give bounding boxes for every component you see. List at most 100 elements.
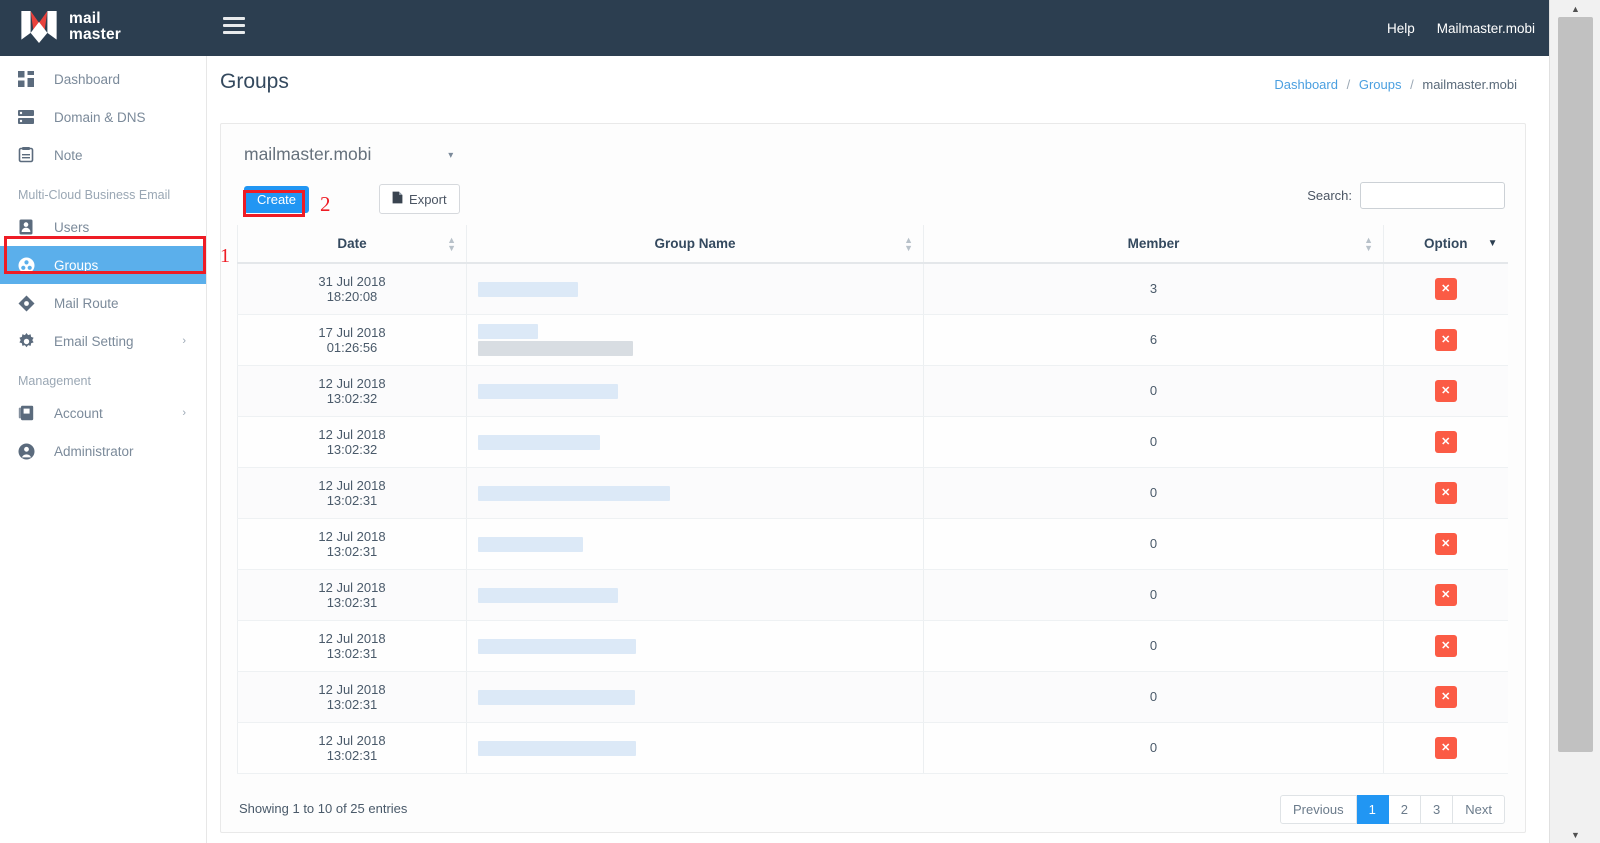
breadcrumb-separator: /	[1410, 77, 1414, 92]
sidebar-item-users[interactable]: Users	[0, 208, 206, 246]
delete-group-button[interactable]: ✕	[1434, 430, 1457, 453]
table-header-row: Date ▲ ▼ Group Name ▲ ▼ Member ▲ ▼ Option ▼	[237, 225, 1508, 264]
redacted-group-name	[478, 434, 600, 450]
table-toolbar: Create Export	[244, 184, 460, 214]
redacted-group-name	[478, 324, 538, 340]
scroll-up-arrow-icon[interactable]: ▲	[1550, 0, 1600, 17]
scrollbar-thumb[interactable]	[1558, 17, 1593, 752]
hamburger-bar	[223, 24, 245, 27]
cell-option: ✕	[1383, 620, 1508, 672]
hamburger-menu-icon[interactable]	[223, 17, 245, 37]
time-value: 13:02:31	[326, 747, 378, 763]
delete-group-button[interactable]: ✕	[1434, 685, 1457, 708]
hamburger-bar	[223, 31, 245, 34]
search-control: Search:	[1307, 182, 1505, 209]
pagination-button-previous[interactable]: Previous	[1279, 795, 1357, 824]
date-value: 12 Jul 2018	[318, 681, 386, 697]
route-diamond-icon	[18, 294, 40, 312]
cell-option: ✕	[1383, 416, 1508, 468]
cell-option: ✕	[1383, 569, 1508, 621]
column-header-date[interactable]: Date ▲ ▼	[237, 225, 467, 264]
brand-logo[interactable]: mail master	[18, 6, 121, 48]
domain-selector[interactable]: mailmaster.mobi ▾	[244, 144, 453, 165]
table-row: 12 Jul 2018 13:02:31 0 ✕	[237, 722, 1508, 774]
account-menu-link[interactable]: Mailmaster.mobi	[1437, 21, 1535, 36]
cell-option: ✕	[1383, 722, 1508, 774]
breadcrumb-current: mailmaster.mobi	[1422, 77, 1517, 92]
cell-group-name	[466, 467, 924, 519]
sort-desc-icon[interactable]: ▼	[1488, 238, 1498, 248]
sort-icon[interactable]: ▲ ▼	[1364, 235, 1373, 252]
annotation-number-2: 2	[320, 192, 331, 216]
cell-date: 12 Jul 2018 13:02:31	[237, 671, 467, 723]
pagination-button-2[interactable]: 2	[1388, 795, 1422, 824]
cell-group-name	[466, 314, 924, 366]
delete-group-button[interactable]: ✕	[1434, 634, 1457, 657]
delete-group-button[interactable]: ✕	[1434, 736, 1457, 759]
help-link[interactable]: Help	[1387, 21, 1415, 36]
sidebar-item-groups[interactable]: Groups	[0, 246, 206, 284]
pagination-button-next[interactable]: Next	[1453, 795, 1505, 824]
top-nav-links: Help Mailmaster.mobi	[1387, 0, 1535, 56]
brand-line-2: master	[69, 26, 122, 43]
time-value: 13:02:31	[326, 492, 378, 508]
pagination-button-3[interactable]: 3	[1421, 795, 1454, 824]
bottom-spacer	[0, 839, 1549, 843]
redacted-group-name-secondary	[478, 341, 633, 357]
sidebar-item-administrator[interactable]: Administrator	[0, 432, 206, 470]
column-header-member[interactable]: Member ▲ ▼	[923, 225, 1384, 264]
sidebar-item-email-setting[interactable]: Email Setting ›	[0, 322, 206, 360]
cell-member-count: 3	[923, 263, 1384, 315]
table-row: 17 Jul 2018 01:26:56 6 ✕	[237, 314, 1508, 366]
cell-group-name	[466, 671, 924, 723]
delete-group-button[interactable]: ✕	[1434, 583, 1457, 606]
grid-dashboard-icon	[18, 70, 40, 88]
main-content: Groups Dashboard / Groups / mailmaster.m…	[207, 56, 1549, 843]
cell-date: 12 Jul 2018 13:02:31	[237, 569, 467, 621]
search-input[interactable]	[1360, 182, 1505, 209]
table-row: 12 Jul 2018 13:02:31 0 ✕	[237, 671, 1508, 723]
sort-icon[interactable]: ▲ ▼	[447, 235, 456, 252]
delete-group-button[interactable]: ✕	[1434, 379, 1457, 402]
sidebar-item-mail-route[interactable]: Mail Route	[0, 284, 206, 322]
export-button[interactable]: Export	[379, 184, 460, 214]
delete-group-button[interactable]: ✕	[1434, 277, 1457, 300]
create-button[interactable]: Create	[244, 185, 310, 213]
book-icon	[18, 404, 40, 422]
redacted-group-name	[478, 536, 583, 552]
page-scrollbar[interactable]: ▲ ▼	[1549, 0, 1600, 843]
sidebar-item-account[interactable]: Account ›	[0, 394, 206, 432]
sidebar-item-label: Note	[54, 147, 83, 163]
sidebar-item-dashboard[interactable]: Dashboard	[0, 60, 206, 98]
scroll-down-arrow-icon[interactable]: ▼	[1550, 826, 1600, 843]
delete-group-button[interactable]: ✕	[1434, 481, 1457, 504]
chevron-down-icon: ▾	[448, 149, 454, 161]
delete-group-button[interactable]: ✕	[1434, 532, 1457, 555]
column-label: Date	[337, 236, 367, 251]
cell-group-name	[466, 569, 924, 621]
sidebar-item-note[interactable]: Note	[0, 136, 206, 174]
cell-group-name	[466, 518, 924, 570]
time-value: 18:20:08	[326, 288, 378, 304]
breadcrumb-groups[interactable]: Groups	[1359, 77, 1402, 92]
delete-group-button[interactable]: ✕	[1434, 328, 1457, 351]
sidebar-item-label: Domain & DNS	[54, 109, 146, 125]
column-header-option[interactable]: Option ▼	[1383, 225, 1508, 264]
date-value: 12 Jul 2018	[318, 732, 386, 748]
annotation-number-1: 1	[220, 245, 230, 267]
cell-date: 12 Jul 2018 13:02:32	[237, 416, 467, 468]
breadcrumb: Dashboard / Groups / mailmaster.mobi	[1274, 77, 1517, 92]
sidebar-item-domain-dns[interactable]: Domain & DNS	[0, 98, 206, 136]
time-value: 13:02:31	[326, 594, 378, 610]
time-value: 13:02:31	[326, 543, 378, 559]
pagination-button-1[interactable]: 1	[1356, 795, 1389, 824]
date-value: 12 Jul 2018	[318, 477, 386, 493]
sort-icon[interactable]: ▲ ▼	[904, 235, 913, 252]
table-row: 12 Jul 2018 13:02:31 0 ✕	[237, 620, 1508, 672]
server-icon	[18, 108, 40, 126]
cell-group-name	[466, 416, 924, 468]
column-header-group-name[interactable]: Group Name ▲ ▼	[466, 225, 924, 264]
time-value: 13:02:32	[326, 390, 378, 406]
breadcrumb-dashboard[interactable]: Dashboard	[1274, 77, 1338, 92]
group-icon	[18, 256, 40, 274]
